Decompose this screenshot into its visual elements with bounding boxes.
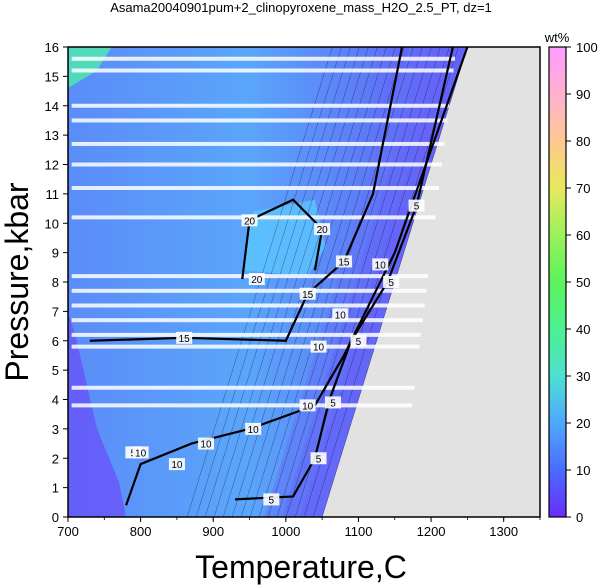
chart: 20202015151510101010101010555555510 7008… — [0, 0, 598, 585]
y-tick-label: 5 — [52, 363, 59, 378]
contour-label: 5 — [356, 337, 362, 348]
data-gap-stripe — [71, 332, 421, 337]
contour-label-group: 15 — [299, 287, 316, 301]
x-tick-label: 1100 — [344, 524, 372, 539]
contour-label-group: 15 — [176, 331, 193, 345]
contour-label: 10 — [302, 401, 314, 412]
data-gap-stripe — [71, 344, 420, 349]
contour-label: 10 — [335, 310, 347, 321]
contour-label-group: 10 — [372, 258, 389, 271]
colorbar-tick-label: 30 — [576, 369, 590, 384]
contour-label-group: 10 — [332, 308, 349, 321]
y-tick-label: 14 — [45, 99, 59, 114]
y-tick-label: 11 — [46, 187, 60, 202]
y-tick-label: 3 — [52, 422, 59, 437]
contour-label-group: 5 — [383, 276, 400, 289]
contour-label-group: 5 — [310, 452, 327, 465]
contour-label-group: 20 — [241, 214, 258, 227]
contour-label-group: 10 — [299, 399, 316, 412]
y-tick-label: 10 — [45, 216, 59, 231]
contour-label: 5 — [388, 278, 394, 289]
colorbar-tick-label: 60 — [576, 228, 590, 243]
contour-label-group: 5 — [408, 199, 425, 213]
colorbar-tick-label: 90 — [576, 87, 590, 102]
colorbar-tick-label: 50 — [576, 275, 590, 290]
data-gap-stripe — [71, 288, 427, 293]
contour-label: 5 — [269, 495, 275, 506]
x-tick-label: 1200 — [417, 524, 446, 539]
data-gap-stripe — [71, 186, 440, 190]
y-tick-label: 1 — [52, 481, 59, 496]
contour-label: 15 — [302, 290, 314, 301]
contour-label: 20 — [251, 275, 263, 286]
contour-label: 10 — [171, 460, 183, 471]
contour-label: 5 — [414, 202, 420, 213]
y-tick-label: 6 — [52, 334, 59, 349]
data-gap-stripe — [71, 141, 445, 146]
contour-label: 15 — [338, 257, 350, 268]
data-gap-stripe — [71, 318, 423, 323]
x-tick-label: 800 — [130, 524, 152, 539]
contour-label: 10 — [135, 448, 147, 459]
colorbar-tick-label: 20 — [576, 416, 590, 431]
x-tick-label: 1000 — [271, 524, 300, 539]
y-tick-label: 7 — [52, 304, 59, 319]
colorbar-tick-label: 70 — [576, 181, 590, 196]
y-tick-label: 0 — [52, 510, 59, 525]
y-tick-label: 12 — [45, 158, 59, 173]
contour-label-group: 10 — [245, 422, 262, 436]
contour-label: 5 — [330, 398, 336, 409]
contour-label: 10 — [200, 440, 212, 451]
colorbar-label: wt% — [544, 30, 570, 45]
data-gap-stripe — [71, 103, 450, 108]
colorbar-tick-label: 10 — [576, 463, 590, 478]
colorbar — [548, 46, 567, 518]
contour-label-group: 5 — [350, 334, 367, 348]
contour-label: 20 — [317, 225, 329, 236]
colorbar-tick-label: 100 — [576, 40, 598, 55]
y-tick-label: 9 — [52, 246, 59, 261]
data-gap-stripe — [71, 385, 415, 390]
x-tick-label: 1300 — [489, 524, 518, 539]
contour-label-group: 10 — [132, 446, 149, 459]
colorbar-tick-label: 40 — [576, 322, 590, 337]
contour-label-group: 10 — [197, 437, 214, 451]
x-tick-label: 900 — [202, 524, 224, 539]
contour-label: 15 — [179, 334, 191, 345]
contour-label-group: 20 — [248, 273, 265, 286]
x-tick-label: 700 — [57, 524, 79, 539]
colorbar-tick-label: 80 — [576, 134, 590, 149]
data-gap-stripe — [71, 162, 442, 167]
contour-label: 5 — [316, 454, 322, 465]
colorbar-tick-label: 0 — [576, 510, 583, 525]
contour-label: 10 — [248, 425, 260, 436]
y-axis-title: Pressure,kbar — [0, 182, 35, 382]
contour-label-group: 15 — [335, 255, 352, 268]
contour-label-group: 5 — [325, 396, 342, 409]
y-tick-label: 13 — [45, 128, 59, 143]
data-gap-stripe — [71, 118, 448, 123]
contour-label-group: 20 — [314, 223, 331, 236]
contour-label: 20 — [244, 216, 256, 227]
plot-title: Asama20040901pum+2_clinopyroxene_mass_H2… — [110, 0, 492, 15]
contour-label-group: 5 — [263, 493, 280, 506]
y-tick-label: 16 — [45, 40, 59, 55]
data-gap-stripe — [71, 56, 456, 61]
y-tick-label: 4 — [52, 393, 59, 408]
peak-region — [242, 199, 326, 277]
x-axis-title: Temperature,C — [195, 549, 407, 585]
contour-label: 10 — [375, 260, 387, 271]
y-tick-label: 2 — [52, 451, 59, 466]
data-gap-stripe — [71, 403, 413, 408]
contour-label: 10 — [313, 343, 325, 354]
contour-label-group: 10 — [168, 458, 185, 471]
y-tick-label: 15 — [45, 69, 59, 84]
contour-label-group: 10 — [310, 340, 327, 354]
y-tick-label: 8 — [52, 275, 59, 290]
